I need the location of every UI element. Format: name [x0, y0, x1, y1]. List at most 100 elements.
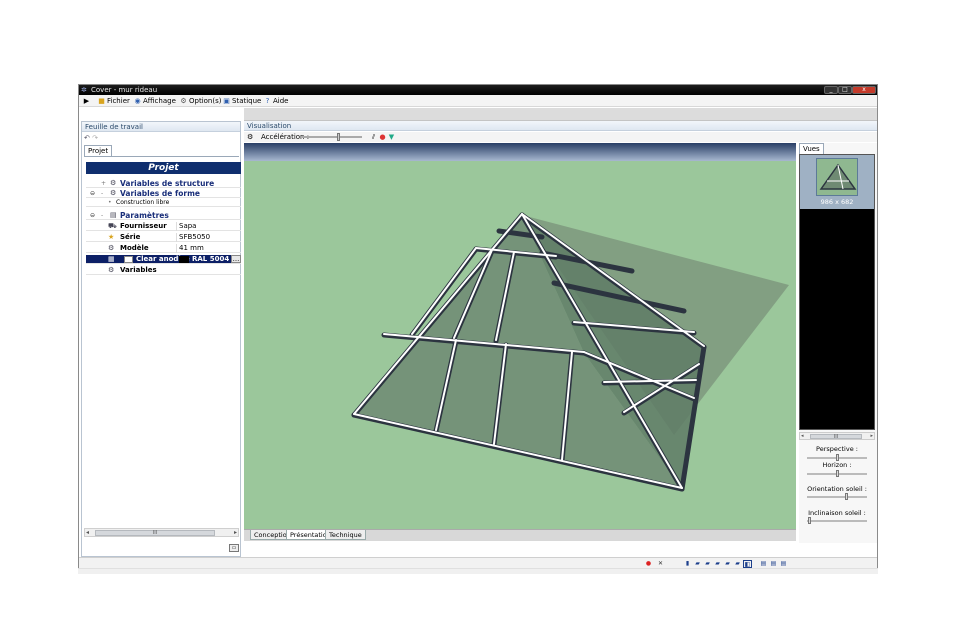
print-icon[interactable]: ▤ — [759, 560, 768, 568]
scroll-right-icon[interactable]: ▸ — [234, 529, 237, 537]
ral-swatch — [179, 256, 189, 263]
menu-label: Statique — [232, 97, 262, 105]
horizontal-scrollbar[interactable]: ◂ III ▸ — [84, 528, 239, 537]
sun-inclination-slider-thumb[interactable] — [808, 517, 812, 524]
menu-options[interactable]: ⚙ Option(s) — [179, 97, 221, 106]
property-value[interactable]: Sapa — [176, 222, 196, 231]
property-value[interactable]: 41 mm — [176, 244, 204, 253]
view-thumbnail[interactable]: 986 x 682 — [800, 155, 874, 209]
sun-orientation-label: Orientation soleil : — [807, 485, 867, 493]
car-back-icon[interactable]: ▰ — [723, 560, 732, 568]
scroll-thumb[interactable]: III — [810, 434, 862, 440]
tree-label: Fournisseur — [120, 222, 167, 230]
expand-icon[interactable]: + — [101, 179, 106, 188]
tab-projet[interactable]: Projet — [84, 145, 113, 156]
sun-inclination-label: Inclinaison soleil : — [808, 509, 866, 517]
view-thumbnail-image — [816, 158, 858, 196]
menu-affichage[interactable]: ◉ Affichage — [133, 97, 175, 106]
menu-statique[interactable]: ▣ Statique — [222, 97, 261, 106]
star-icon: ★ — [108, 233, 115, 241]
taskbar-strip — [78, 568, 878, 574]
sun-orientation-slider-thumb[interactable] — [844, 493, 848, 500]
car-side-icon[interactable]: ▰ — [703, 560, 712, 568]
property-value[interactable]: SFB5050 — [176, 233, 210, 242]
title-bar[interactable]: ✲ Cover - mur rideau _ □ x — [79, 85, 877, 95]
views-horizontal-scrollbar[interactable]: ◂ III ▸ — [799, 432, 875, 440]
variables-icon: ⚙ — [108, 266, 115, 274]
sun-orientation-slider[interactable] — [807, 496, 867, 498]
structure-icon: ⚙ — [110, 179, 117, 187]
tree-row-variables-structure[interactable]: + ⚙ Variables de structure — [86, 179, 241, 188]
stop-icon[interactable]: ✕ — [656, 560, 665, 568]
bullet-icon: • — [108, 199, 112, 206]
tree-label: Construction libre — [116, 199, 170, 206]
folder-icon: ■ — [98, 97, 105, 105]
3d-viewport[interactable] — [244, 143, 796, 529]
minimize-button[interactable]: _ — [824, 86, 838, 94]
menu-bar: ▶ ■ Fichier ◉ Affichage ⚙ Option(s) ▣ Statiq… — [79, 95, 877, 107]
tree-label: Paramètres — [120, 211, 169, 220]
view-thumbnail-caption: 986 x 682 — [820, 198, 854, 206]
toolbar-strip — [244, 108, 877, 121]
menu-fichier[interactable]: ■ Fichier — [97, 97, 130, 106]
thumbnail-pyramid — [819, 163, 857, 190]
scroll-right-icon[interactable]: ▸ — [870, 433, 873, 440]
perspective-slider-thumb[interactable] — [835, 454, 839, 461]
perspective-label: Perspective : — [816, 445, 858, 453]
record-icon[interactable]: ● — [644, 560, 653, 568]
tree-row-serie[interactable]: ★ Série SFB5050 — [86, 233, 241, 242]
pyramid-model — [351, 212, 789, 492]
filter-icon[interactable]: ▼ — [387, 132, 396, 142]
acceleration-slider-thumb[interactable] — [337, 133, 341, 141]
save-image-icon[interactable]: ▤ — [779, 560, 788, 568]
car-view-icon[interactable]: ▰ — [733, 560, 742, 568]
model-icon: ⚙ — [108, 244, 115, 252]
phone-icon[interactable]: ▮ — [683, 560, 692, 568]
settings-icon[interactable]: ⚙ — [247, 132, 253, 142]
menu-play[interactable]: ▶ — [82, 97, 92, 106]
sun-inclination-slider[interactable] — [807, 520, 867, 522]
menu-label: Option(s) — [189, 97, 222, 105]
color-ball-icon[interactable]: ● — [378, 132, 387, 142]
camera-icon[interactable]: ◧ — [743, 560, 752, 568]
views-list: 986 x 682 — [799, 154, 875, 430]
tree-label: Variables — [120, 266, 157, 274]
horizon-label: Horizon : — [822, 461, 852, 469]
tree-row-variables-forme[interactable]: ⊖ - ⚙ Variables de forme — [86, 189, 241, 198]
tree-row-color[interactable]: ▦ Clear anodise RAL 5004 Blac ... — [86, 255, 241, 272]
application-window: ✲ Cover - mur rideau _ □ x ▶ ■ Fichier ◉ A… — [78, 84, 878, 569]
redo-icon[interactable]: ↷ — [92, 134, 98, 142]
menu-aide[interactable]: ? Aide — [263, 97, 289, 106]
visualisation-toolbar: ⚙ Accélération : ⫽ ● ▼ — [244, 132, 877, 142]
export-icon[interactable]: ▤ — [769, 560, 778, 568]
horizon-slider-thumb[interactable] — [835, 470, 839, 477]
worksheet-panel: Feuille de travail ↶ ↷ Projet Projet + ⚙… — [81, 121, 241, 557]
color-icon: ▦ — [108, 255, 115, 263]
parameters-icon: ▤ — [110, 211, 117, 219]
tab-vues[interactable]: Vues — [799, 143, 824, 154]
maximize-button[interactable]: □ — [838, 86, 852, 94]
collapse-icon[interactable]: ⊖ — [90, 189, 95, 198]
tree-row-modele[interactable]: ⚙ Modèle 41 mm — [86, 244, 241, 253]
close-button[interactable]: x — [852, 86, 876, 94]
visualisation-header: Visualisation — [244, 121, 877, 131]
tree-row-construction-libre[interactable]: • Construction libre — [86, 198, 241, 207]
help-icon: ? — [265, 97, 270, 105]
tree-marker: - — [101, 212, 104, 219]
scroll-left-icon[interactable]: ◂ — [801, 433, 804, 440]
browse-color-button[interactable]: ... — [231, 255, 241, 263]
tree-row-variables[interactable]: ⚙ Variables — [86, 266, 241, 275]
scroll-left-icon[interactable]: ◂ — [86, 529, 89, 537]
panel-toggle-icon[interactable]: ▭ — [229, 544, 239, 552]
collapse-icon[interactable]: ⊖ — [90, 211, 95, 220]
scroll-thumb[interactable]: III — [95, 530, 215, 536]
car-front-icon[interactable]: ▰ — [693, 560, 702, 568]
options-icon: ⚙ — [180, 97, 187, 105]
acceleration-slider[interactable] — [302, 136, 362, 138]
tab-technique[interactable]: Technique — [325, 530, 366, 540]
tree-row-fournisseur[interactable]: ⛟ Fournisseur Sapa — [86, 222, 241, 231]
bars-icon[interactable]: ⫽ — [369, 132, 378, 142]
undo-icon[interactable]: ↶ — [84, 134, 90, 142]
tree-row-parametres[interactable]: ⊖ - ▤ Paramètres — [86, 211, 241, 220]
car-top-icon[interactable]: ▰ — [713, 560, 722, 568]
